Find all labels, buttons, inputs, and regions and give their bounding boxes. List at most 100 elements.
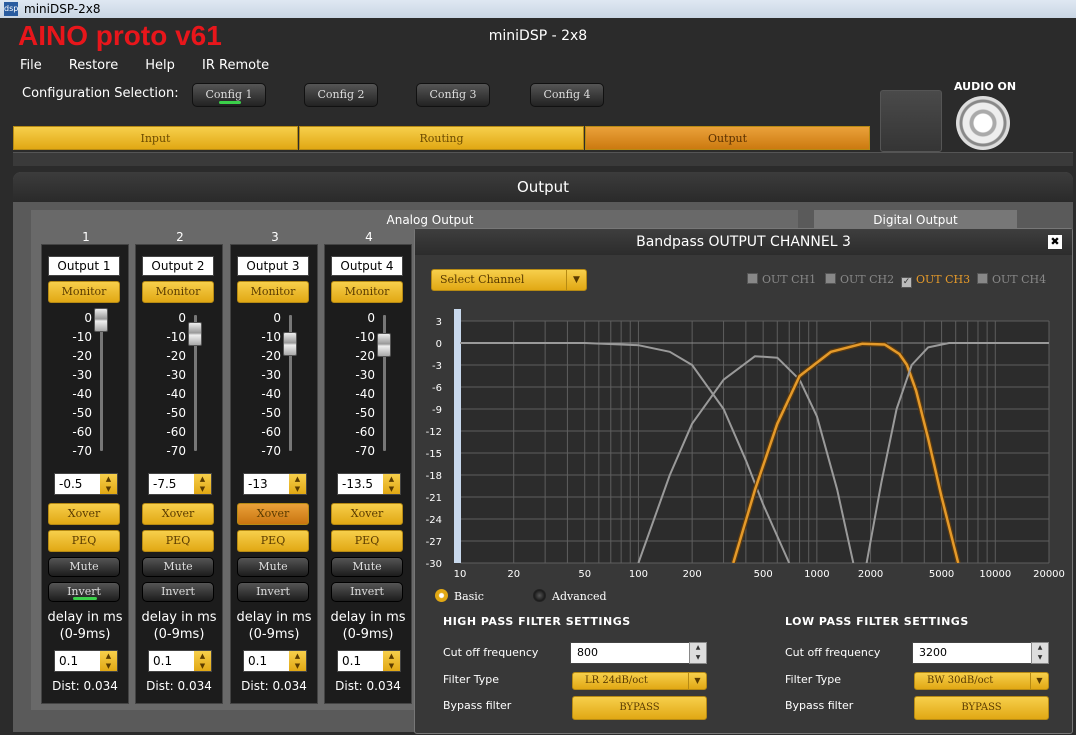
select-channel-label: Select Channel [440, 273, 525, 286]
monitor-button[interactable]: Monitor [331, 281, 403, 303]
peq-button[interactable]: PEQ [142, 530, 214, 552]
menu-bar: File Restore Help IR Remote [20, 54, 291, 74]
config-2-label: Config 2 [317, 88, 365, 101]
spinner-arrows-icon[interactable]: ▲ ▼ [194, 651, 211, 671]
fader-scale-tick: -70 [72, 444, 92, 458]
spinner-arrows-icon[interactable]: ▲ ▼ [289, 651, 306, 671]
fader-scale-tick: 0 [367, 311, 375, 325]
hp-bypass-button[interactable]: BYPASS [572, 696, 707, 720]
config-1-button[interactable]: Config 1 [192, 83, 266, 107]
delay-spinbox[interactable]: 0.1 ▲ ▼ [148, 650, 212, 672]
gain-spinbox[interactable]: -7.5 ▲ ▼ [148, 473, 212, 495]
hp-filter-type-dropdown[interactable]: LR 24dB/oct ▼ [572, 672, 707, 690]
advanced-label: Advanced [552, 590, 607, 603]
menu-file[interactable]: File [20, 58, 42, 73]
mute-button[interactable]: Mute [237, 557, 309, 577]
spinner-arrows-icon[interactable]: ▲ ▼ [100, 651, 117, 671]
fader-scale-tick: -70 [166, 444, 186, 458]
advanced-radio[interactable]: Advanced [533, 589, 607, 603]
delay-value: 0.1 [153, 654, 173, 668]
invert-button[interactable]: Invert [331, 582, 403, 602]
channel-name-field[interactable]: Output 1 [48, 256, 120, 276]
frequency-response-chart[interactable]: 3 0 -3 -6 -9 -12 -15 -18 -21 -24 -27 -30 10 20 50 100 20… [417, 305, 1067, 585]
gain-fader-handle[interactable] [94, 307, 108, 332]
tab-routing[interactable]: Routing [299, 126, 584, 150]
fader-scale-tick: -30 [72, 368, 92, 382]
invert-button[interactable]: Invert [237, 582, 309, 602]
spinner-arrows-icon[interactable]: ▲ ▼ [289, 474, 306, 494]
delay-spinbox[interactable]: 0.1 ▲ ▼ [337, 650, 401, 672]
invert-label: Invert [256, 585, 290, 598]
lp-cutoff-input[interactable]: 3200 [912, 642, 1032, 664]
lp-filter-type-dropdown[interactable]: BW 30dB/oct ▼ [914, 672, 1049, 690]
delay-range-label: (0-9ms) [248, 627, 300, 642]
mute-button[interactable]: Mute [48, 557, 120, 577]
out-ch1-checkbox[interactable]: OUT CH1 [747, 273, 816, 286]
basic-radio[interactable]: Basic [435, 589, 484, 603]
gain-value: -13.5 [342, 477, 374, 491]
tab-input[interactable]: Input [13, 126, 298, 150]
select-channel-dropdown[interactable]: Select Channel ▼ [431, 269, 587, 291]
gain-spinbox[interactable]: -0.5 ▲ ▼ [54, 473, 118, 495]
xover-button[interactable]: Xover [331, 503, 403, 525]
y-tick-label: -18 [426, 471, 442, 482]
spinner-arrows-icon[interactable]: ▲ ▼ [194, 474, 211, 494]
menu-restore[interactable]: Restore [69, 58, 118, 73]
delay-spinbox[interactable]: 0.1 ▲ ▼ [243, 650, 307, 672]
hp-cutoff-label: Cut off frequency [443, 646, 539, 659]
hp-cutoff-input[interactable]: 800 [570, 642, 690, 664]
y-tick-label: 3 [436, 317, 442, 328]
channel-name-field[interactable]: Output 4 [331, 256, 403, 276]
os-window-title: miniDSP-2x8 [24, 2, 101, 16]
channel-number: 2 [176, 230, 184, 244]
config-selection-label: Configuration Selection: [22, 86, 179, 101]
config-3-button[interactable]: Config 3 [416, 83, 490, 107]
config-4-button[interactable]: Config 4 [530, 83, 604, 107]
hp-filter-type-label: Filter Type [443, 673, 500, 686]
mute-button[interactable]: Mute [142, 557, 214, 577]
gain-fader-handle[interactable] [283, 332, 297, 357]
xover-button[interactable]: Xover [48, 503, 120, 525]
gain-fader-handle[interactable] [377, 333, 391, 358]
chevron-down-icon: ▼ [688, 673, 706, 689]
menu-ir-remote[interactable]: IR Remote [202, 58, 269, 73]
channel-name-field[interactable]: Output 3 [237, 256, 309, 276]
invert-button[interactable]: Invert [142, 582, 214, 602]
fader-scale-tick: 0 [178, 311, 186, 325]
spinner-arrows-icon[interactable]: ▲ ▼ [383, 474, 400, 494]
peq-button[interactable]: PEQ [237, 530, 309, 552]
invert-button[interactable]: Invert [48, 582, 120, 602]
gain-fader-handle[interactable] [188, 321, 202, 346]
lp-bypass-button[interactable]: BYPASS [914, 696, 1049, 720]
menu-help[interactable]: Help [145, 58, 175, 73]
monitor-button[interactable]: Monitor [237, 281, 309, 303]
level-meter [454, 309, 461, 563]
peq-button[interactable]: PEQ [48, 530, 120, 552]
close-icon[interactable]: ✖ [1048, 235, 1062, 249]
spinner-arrows-icon[interactable]: ▲ ▼ [383, 651, 400, 671]
fader-scale-tick: -60 [261, 425, 281, 439]
gain-spinbox[interactable]: -13 ▲ ▼ [243, 473, 307, 495]
lp-cutoff-spinner[interactable]: ▲ ▼ [1031, 642, 1049, 664]
xover-button[interactable]: Xover [237, 503, 309, 525]
monitor-button[interactable]: Monitor [48, 281, 120, 303]
hp-cutoff-spinner[interactable]: ▲ ▼ [689, 642, 707, 664]
channel-name-field[interactable]: Output 2 [142, 256, 214, 276]
mute-button[interactable]: Mute [331, 557, 403, 577]
config-active-led [219, 101, 241, 104]
speaker-icon[interactable] [956, 96, 1010, 150]
xover-button[interactable]: Xover [142, 503, 214, 525]
out-ch3-checkbox[interactable]: ✓ OUT CH3 [901, 273, 970, 288]
high-pass-heading: HIGH PASS FILTER SETTINGS [443, 615, 631, 628]
gain-spinbox[interactable]: -13.5 ▲ ▼ [337, 473, 401, 495]
delay-spinbox[interactable]: 0.1 ▲ ▼ [54, 650, 118, 672]
mute-label: Mute [163, 560, 193, 573]
tab-output[interactable]: Output [585, 126, 870, 150]
monitor-button[interactable]: Monitor [142, 281, 214, 303]
out-ch2-checkbox[interactable]: OUT CH2 [825, 273, 894, 286]
out-ch4-checkbox[interactable]: OUT CH4 [977, 273, 1046, 286]
fader-scale-tick: -40 [355, 387, 375, 401]
spinner-arrows-icon[interactable]: ▲ ▼ [100, 474, 117, 494]
peq-button[interactable]: PEQ [331, 530, 403, 552]
config-2-button[interactable]: Config 2 [304, 83, 378, 107]
